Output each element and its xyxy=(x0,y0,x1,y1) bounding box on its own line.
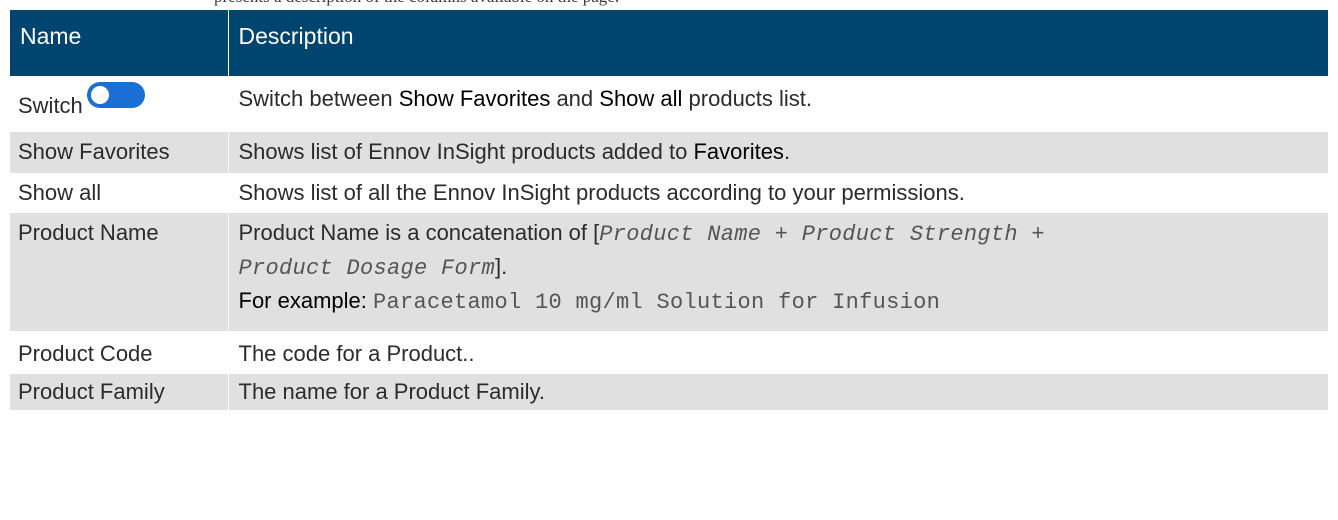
ui-term: Show all xyxy=(599,86,683,111)
table-header-row: Name Description xyxy=(10,10,1328,76)
header-description: Description xyxy=(227,10,1328,76)
row-name: Show Favorites xyxy=(18,139,170,164)
description-cell: The code for a Product.. xyxy=(227,331,1328,374)
columns-description-table: Name Description Switch Switch between S… xyxy=(10,10,1328,410)
description-cell: Product Name is a concatenation of [Prod… xyxy=(227,213,1328,331)
ui-term: Show Favorites xyxy=(398,86,551,111)
name-cell: Product Name xyxy=(10,213,228,331)
row-name: Show all xyxy=(18,180,102,205)
name-cell: Product Code xyxy=(10,331,228,374)
toggle-switch-icon xyxy=(86,82,145,117)
cut-off-intro-text: presents a description of the columns av… xyxy=(214,0,620,8)
table-row-product-name: Product Name Product Name is a concatena… xyxy=(10,213,1328,331)
table-row-switch: Switch Switch between Show Favorites and… xyxy=(10,76,1328,132)
description-cell: Shows list of all the Ennov InSight prod… xyxy=(227,173,1328,213)
ui-term: Favorites xyxy=(693,139,784,164)
table-row-product-family: Product Family The name for a Product Fa… xyxy=(10,374,1328,410)
description-cell: The name for a Product Family. xyxy=(227,374,1328,410)
example-value: Paracetamol 10 mg/ml Solution for Infusi… xyxy=(373,290,941,315)
name-cell: Show Favorites xyxy=(10,132,228,173)
name-cell: Product Family xyxy=(10,374,228,410)
table-row-show-favorites: Show Favorites Shows list of Ennov InSig… xyxy=(10,132,1328,173)
row-name: Switch xyxy=(18,93,83,118)
description-cell: Shows list of Ennov InSight products add… xyxy=(227,132,1328,173)
description-cell: Switch between Show Favorites and Show a… xyxy=(227,76,1328,132)
example-label: For example: xyxy=(238,288,373,313)
header-name: Name xyxy=(10,10,228,76)
table-row-product-code: Product Code The code for a Product.. xyxy=(10,331,1328,374)
row-name: Product Family xyxy=(18,379,165,404)
row-name: Product Code xyxy=(18,341,153,366)
formula-text: Product Dosage Form xyxy=(238,256,496,281)
formula-text: Product Name + Product Strength + xyxy=(599,222,1045,247)
name-cell: Switch xyxy=(10,76,228,132)
row-name: Product Name xyxy=(18,220,159,245)
name-cell: Show all xyxy=(10,173,228,213)
table-row-show-all: Show all Shows list of all the Ennov InS… xyxy=(10,173,1328,213)
